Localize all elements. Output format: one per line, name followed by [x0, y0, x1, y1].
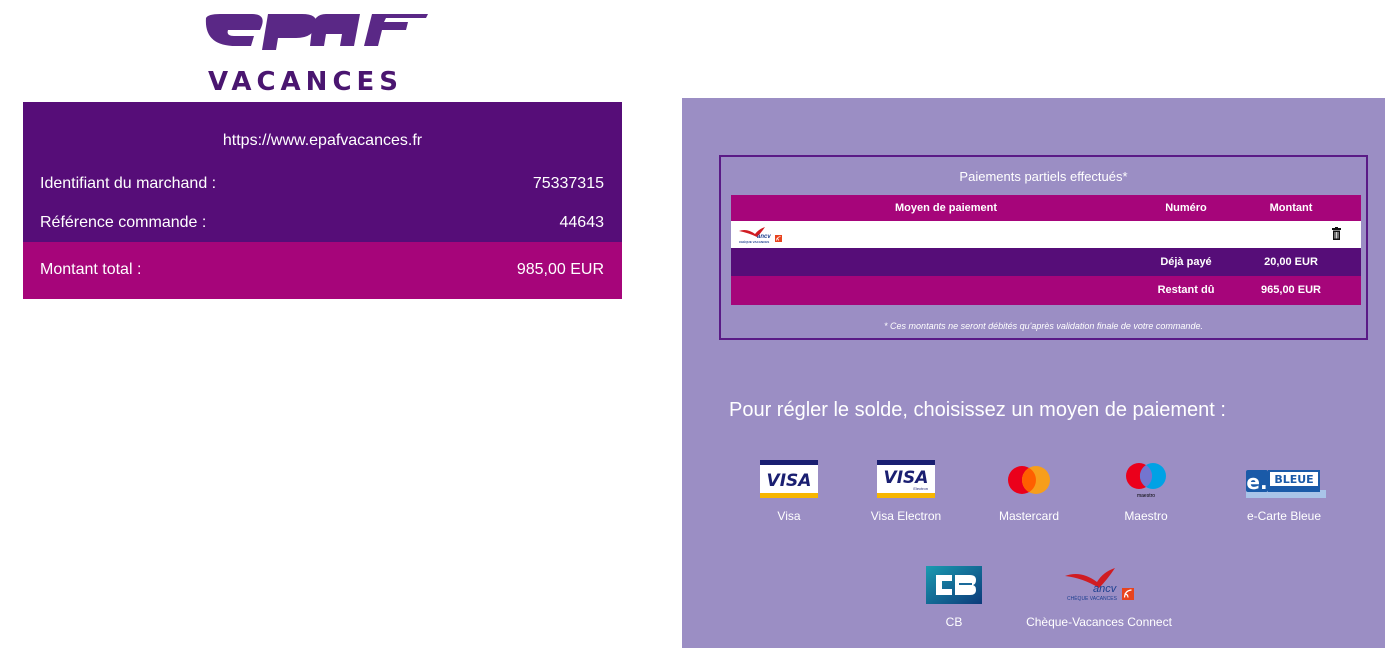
- payment-method-label: Chèque-Vacances Connect: [1026, 615, 1172, 629]
- svg-text:e.: e.: [1246, 470, 1267, 494]
- merchant-id-row: Identifiant du marchand : 75337315: [40, 175, 604, 195]
- svg-text:Electron: Electron: [913, 486, 928, 491]
- e-carte-bleue-icon: e. BLEUE: [1246, 470, 1326, 498]
- total-row: Montant total : 985,00 EUR: [40, 261, 604, 281]
- order-ref-row: Référence commande : 44643: [40, 214, 604, 234]
- mastercard-icon: [1008, 466, 1050, 494]
- svg-text:ancv: ancv: [1093, 583, 1118, 595]
- already-paid-row: Déjà payé 20,00 EUR: [731, 248, 1361, 276]
- payment-method-label: e-Carte Bleue: [1246, 509, 1322, 523]
- payment-method-label: Visa Electron: [870, 509, 942, 523]
- remaining-due-label: Restant dû: [1157, 284, 1215, 296]
- visa-icon: VISA: [760, 460, 818, 498]
- merchant-info-box: https://www.epafvacances.fr Identifiant …: [23, 102, 622, 299]
- already-paid-value: 20,00 EUR: [1264, 256, 1318, 268]
- payment-method-label: Visa: [777, 509, 801, 523]
- ancv-cheque-vacances-icon: ancv CHÈQUE VACANCES: [739, 227, 782, 244]
- partial-payments-title: Paiements partiels effectués*: [959, 169, 1128, 184]
- order-ref-value: 44643: [559, 214, 605, 231]
- already-paid-label: Déjà payé: [1160, 256, 1212, 268]
- remaining-due-row: Restant dû 965,00 EUR: [731, 276, 1361, 305]
- header-amount: Montant: [1269, 202, 1313, 214]
- merchant-id-label: Identifiant du marchand :: [40, 175, 217, 192]
- partial-payments-box: Paiements partiels effectués* Moyen de p…: [719, 155, 1368, 340]
- epaf-logo-mark: [205, 14, 428, 50]
- order-ref-label: Référence commande :: [40, 214, 207, 231]
- svg-text:CHÈQUE VACANCES: CHÈQUE VACANCES: [1067, 595, 1118, 602]
- svg-text:maestro: maestro: [1137, 493, 1155, 499]
- partial-payments-note: * Ces montants ne seront débités qu'aprè…: [884, 321, 1203, 331]
- total-amount-bar: Montant total : 985,00 EUR: [23, 242, 622, 299]
- maestro-icon: maestro: [1126, 463, 1166, 499]
- logo-wordmark: VACANCES: [208, 67, 404, 97]
- svg-text:CHÈQUE VACANCES: CHÈQUE VACANCES: [739, 239, 769, 244]
- total-label: Montant total :: [40, 261, 142, 278]
- svg-text:BLEUE: BLEUE: [1274, 473, 1313, 486]
- payment-method-label: Mastercard: [998, 509, 1060, 523]
- ancv-cheque-vacances-icon: ancv CHÈQUE VACANCES: [1065, 568, 1134, 602]
- header-number: Numéro: [1165, 202, 1207, 214]
- payment-method-label: CB: [945, 615, 963, 629]
- total-value: 985,00 EUR: [516, 261, 604, 278]
- visa-electron-icon: VISA Electron: [877, 460, 935, 498]
- delete-trash-icon[interactable]: [1332, 227, 1341, 240]
- epaf-vacances-logo: VACANCES: [196, 8, 446, 97]
- remaining-due-value: 965,00 EUR: [1261, 284, 1321, 296]
- choose-payment-title: Pour régler le solde, choisissez un moye…: [729, 399, 1226, 421]
- svg-text:VISA: VISA: [884, 468, 929, 488]
- partial-payment-row: ancv CHÈQUE VACANCES: [731, 221, 1361, 248]
- payment-panel: Paiements partiels effectués* Moyen de p…: [682, 98, 1385, 648]
- merchant-url: https://www.epafvacances.fr: [222, 132, 423, 149]
- svg-text:VISA: VISA: [767, 471, 812, 491]
- header-method: Moyen de paiement: [894, 202, 998, 214]
- payment-method-label: Maestro: [1124, 509, 1168, 523]
- partial-payments-header-row: Moyen de paiement Numéro Montant: [731, 195, 1361, 221]
- merchant-id-value: 75337315: [532, 175, 604, 192]
- cb-icon: [926, 566, 982, 604]
